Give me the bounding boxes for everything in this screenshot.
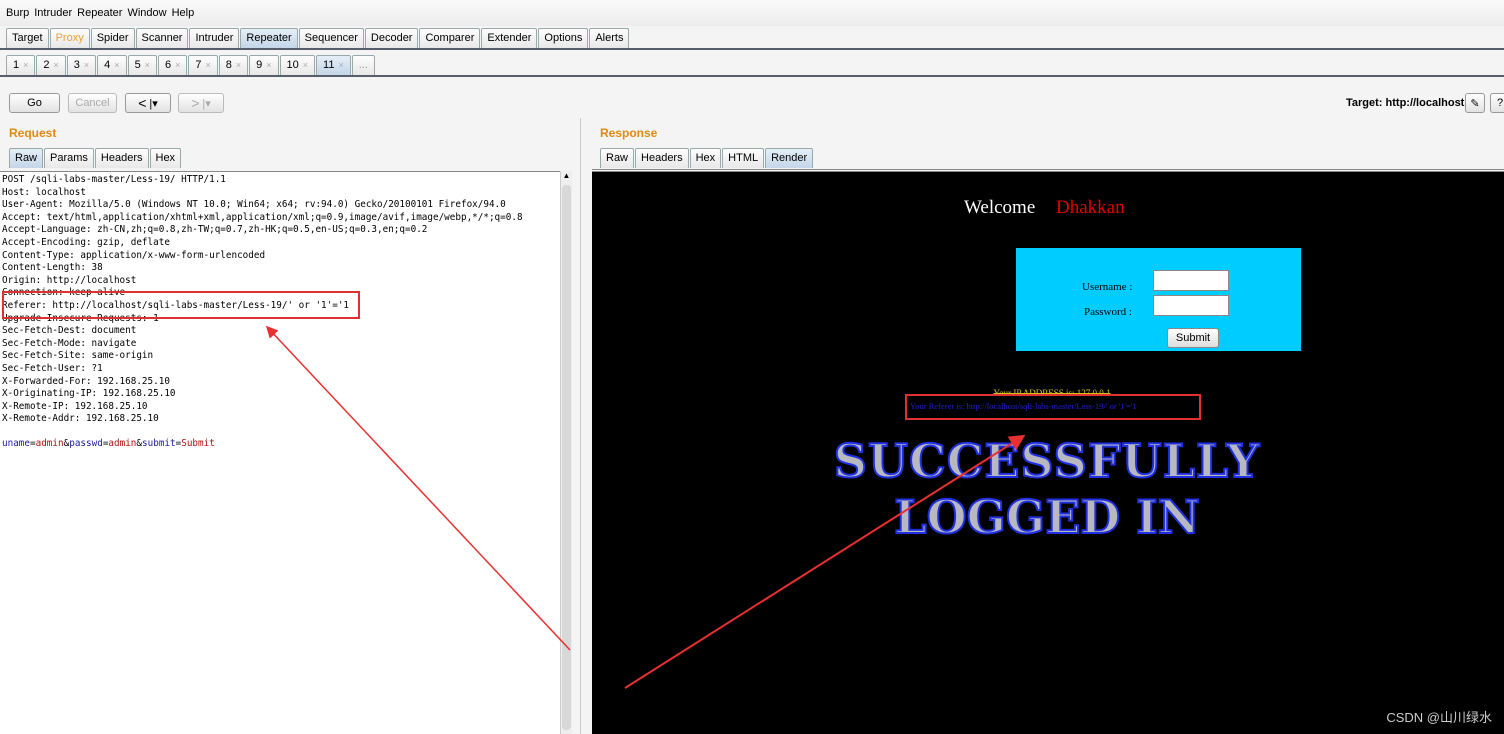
arrow-to-referer-output [624, 434, 1026, 689]
annotation-arrows [265, 325, 1026, 689]
arrow-to-referer-header [265, 325, 571, 651]
